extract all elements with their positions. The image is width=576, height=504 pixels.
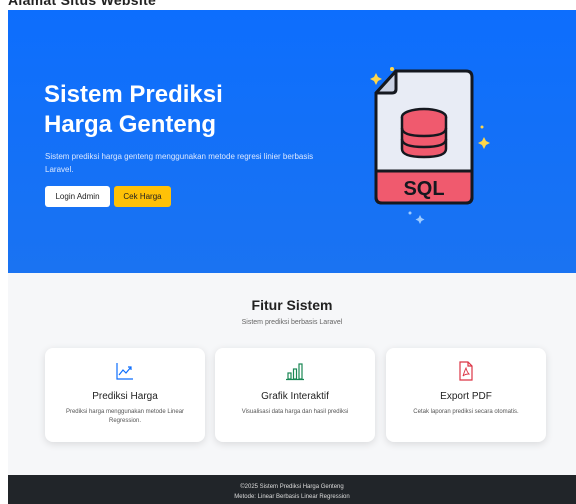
- feature-card-title: Export PDF: [440, 391, 492, 402]
- hero-description: Sistem prediksi harga genteng menggunaka…: [45, 152, 314, 174]
- features-subtitle: Sistem prediksi berbasis Laravel: [241, 319, 343, 326]
- footer: ©2025 Sistem Prediksi Harga Genteng Meto…: [8, 475, 576, 504]
- feature-card-desc: Visualisasi data harga dan hasil prediks…: [241, 409, 349, 415]
- sparkle-icon: [415, 215, 425, 224]
- hero-title-line2: Harga Genteng: [44, 111, 217, 138]
- trend-chart-icon: [116, 363, 133, 380]
- features-title: Fitur Sistem: [251, 297, 333, 313]
- sparkle-dot: [390, 67, 394, 71]
- feature-card-desc: Cetak laporan prediksi secara otomatis.: [413, 409, 519, 415]
- feature-card-grafik: Grafik Interaktif Visualisasi data harga…: [215, 348, 375, 442]
- feature-card-title: Grafik Interaktif: [261, 391, 329, 402]
- hero-title-line1: Sistem Prediksi: [44, 81, 223, 108]
- hero-title: Sistem Prediksi Harga Genteng: [44, 80, 304, 140]
- pdf-file-icon: [459, 361, 473, 381]
- feature-card-title: Prediksi Harga: [92, 391, 158, 402]
- sparkle-icon: [478, 137, 490, 149]
- sparkle-dot: [408, 211, 412, 215]
- sparkle-dot: [480, 125, 484, 129]
- bar-chart-icon: [286, 363, 304, 381]
- features-section: Fitur Sistem Sistem prediksi berbasis La…: [8, 273, 576, 475]
- sparkle-icon: [370, 73, 382, 85]
- login-admin-button[interactable]: Login Admin: [45, 186, 110, 207]
- footer-copyright: ©2025 Sistem Prediksi Harga Genteng: [240, 484, 344, 490]
- feature-card-prediksi: Prediksi Harga Prediksi harga menggunaka…: [45, 348, 205, 442]
- top-strip: Alamat Situs Website: [0, 0, 576, 10]
- sql-file-illustration: SQL: [370, 67, 490, 224]
- feature-card-export: Export PDF Cetak laporan prediksi secara…: [386, 348, 546, 442]
- database-icon: [400, 107, 448, 159]
- cek-harga-button[interactable]: Cek Harga: [114, 186, 171, 207]
- footer-method: Metode: Linear Berbasis Linear Regressio…: [234, 494, 350, 500]
- file-fold: [374, 69, 398, 95]
- sql-label: SQL: [403, 178, 444, 200]
- feature-card-desc: Prediksi harga menggunakan metode Linear…: [65, 409, 185, 424]
- hero-section: Sistem Prediksi Harga Genteng Sistem pre…: [8, 10, 576, 273]
- site-address: Alamat Situs Website: [8, 0, 157, 8]
